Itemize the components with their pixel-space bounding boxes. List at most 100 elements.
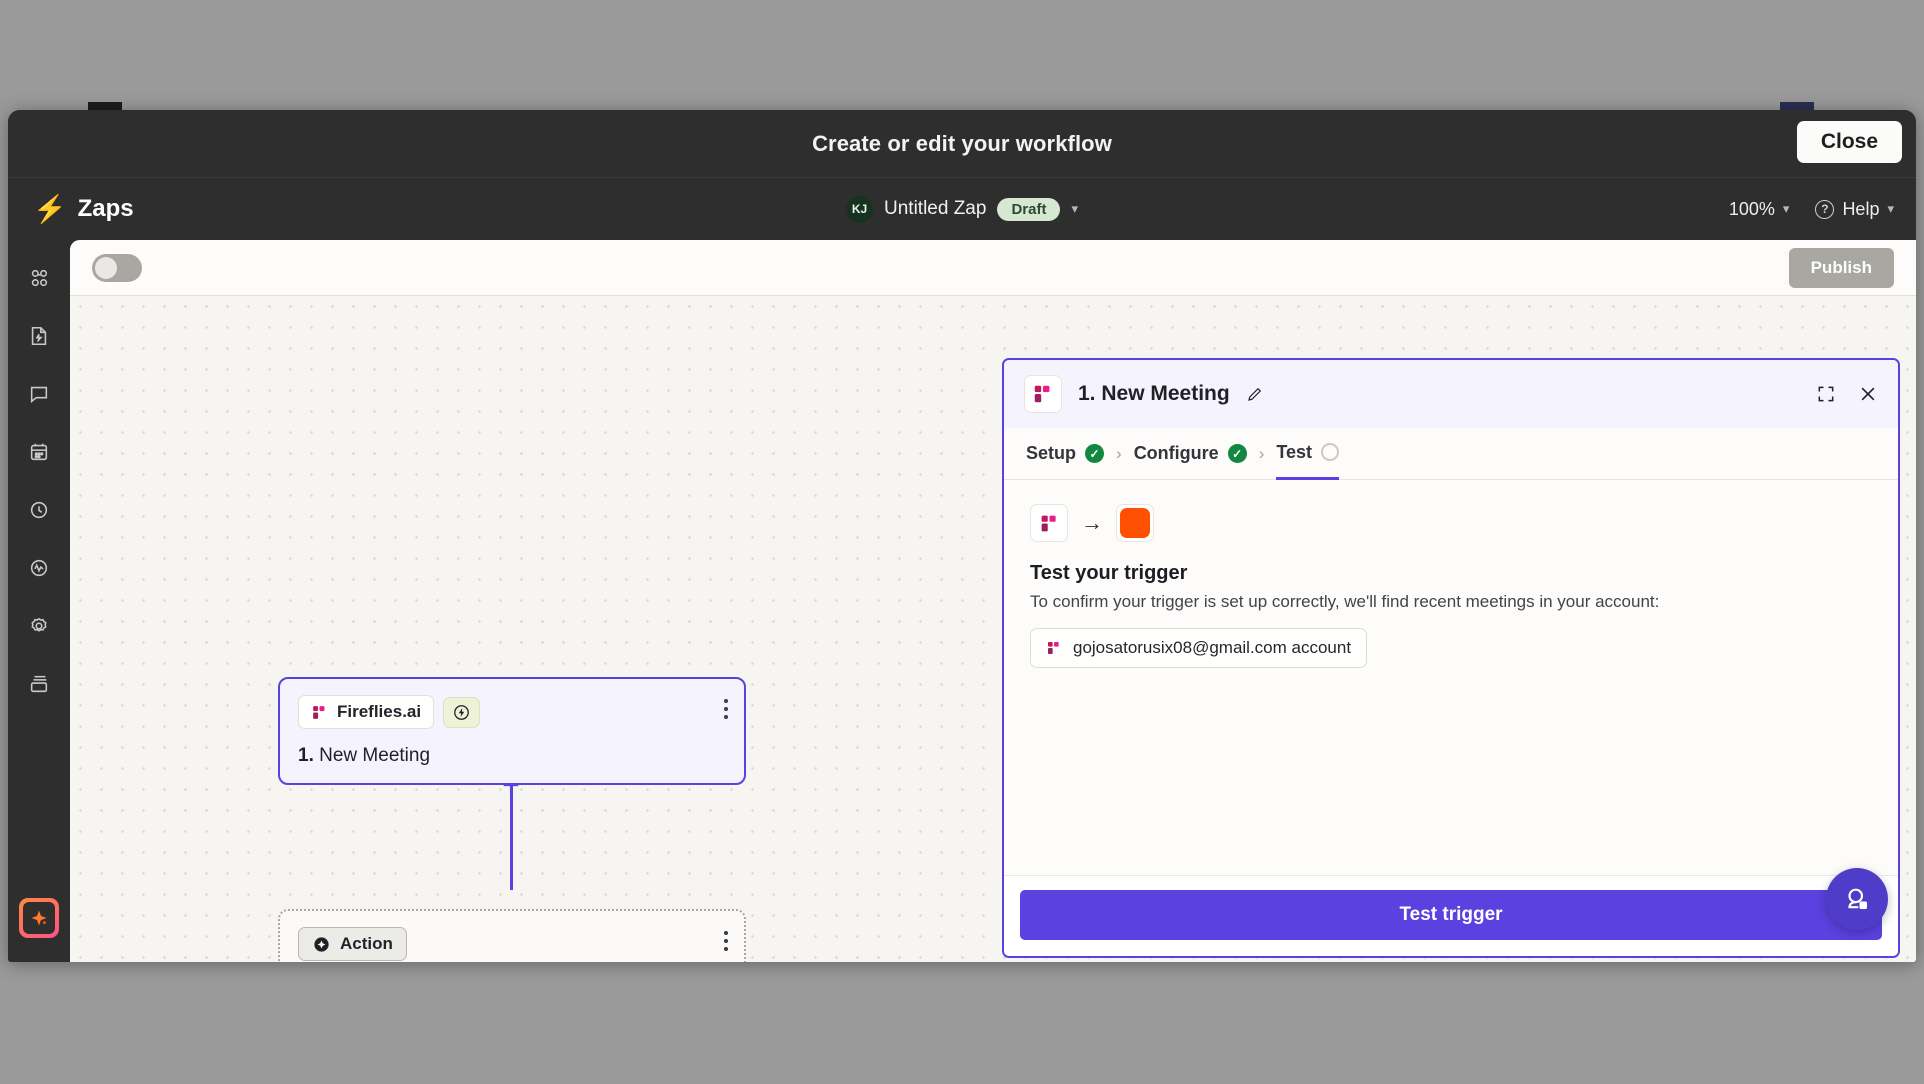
step-detail-panel: 1. New Meeting Setup ✓ › Configure ✓ › T… <box>1002 358 1900 958</box>
fireflies-logo-icon <box>1048 642 1059 654</box>
account-chip[interactable]: gojosatorusix08@gmail.com account <box>1030 628 1368 668</box>
fireflies-logo-icon <box>313 705 325 719</box>
chevron-right-icon: › <box>1116 443 1122 463</box>
workflow-node-action[interactable]: Action 2. Select the event for your Zap … <box>278 909 746 962</box>
zap-name[interactable]: Untitled Zap <box>884 198 986 220</box>
brand[interactable]: ⚡ Zaps <box>33 195 134 223</box>
close-x-icon[interactable] <box>1858 384 1878 404</box>
editor-toolbar: Publish <box>70 240 1916 296</box>
fireflies-logo-icon <box>1041 515 1056 531</box>
calendar-icon <box>30 443 48 461</box>
check-circle-icon: ✓ <box>1085 444 1105 463</box>
account-chip-label: gojosatorusix08@gmail.com account <box>1073 638 1352 657</box>
help-chat-button[interactable] <box>1826 868 1888 930</box>
desktop-backdrop: Create or edit your workflow Close ⚡ Zap… <box>0 0 1924 1084</box>
trigger-bolt-icon <box>454 704 469 720</box>
sidebar-item-tables[interactable] <box>19 664 59 704</box>
ai-sparkle-icon <box>23 902 55 934</box>
action-chip-label: Action <box>340 934 393 953</box>
publish-button[interactable]: Publish <box>1788 247 1894 288</box>
app-bar-actions: 100% ▾ ? Help ▾ <box>1729 199 1894 220</box>
panel-app-logo <box>1024 375 1062 413</box>
brand-label: Zaps <box>77 195 134 222</box>
question-circle-icon: ? <box>1815 199 1835 219</box>
sidebar-item-history[interactable] <box>19 490 59 530</box>
test-description: To confirm your trigger is set up correc… <box>1030 592 1660 611</box>
app-flow: → <box>1030 504 1872 542</box>
kebab-menu-icon[interactable] <box>724 699 728 719</box>
node-badges: Fireflies.ai <box>298 695 726 729</box>
panel-header: 1. New Meeting <box>1004 360 1898 428</box>
zap-meta: KJ Untitled Zap Draft ▾ <box>846 195 1078 223</box>
workflow-node-trigger[interactable]: Fireflies.ai 1. New Meeting <box>278 677 746 785</box>
sidebar-item-activity[interactable] <box>19 548 59 588</box>
panel-footer: Test trigger <box>1004 875 1898 956</box>
tab-label: Test <box>1276 441 1313 462</box>
arrow-right-icon: → <box>1081 510 1103 535</box>
workflow-editor-modal: Create or edit your workflow Close ⚡ Zap… <box>8 110 1916 962</box>
chat-bubble-icon <box>30 386 48 403</box>
zoom-control[interactable]: 100% ▾ <box>1729 199 1790 220</box>
zoom-level-label: 100% <box>1728 198 1775 219</box>
panel-tabs: Setup ✓ › Configure ✓ › Test <box>1004 428 1898 480</box>
chevron-down-icon: ▾ <box>1782 201 1790 216</box>
modal-body: Publish + + <box>8 240 1916 962</box>
panel-content: → Test your trigger To confirm your trig… <box>1004 480 1898 875</box>
pencil-icon[interactable] <box>1246 385 1264 403</box>
node-title: 1. New Meeting <box>298 745 726 767</box>
test-trigger-button[interactable]: Test trigger <box>1020 890 1882 940</box>
chevron-right-icon: › <box>1258 443 1265 463</box>
node-index: 1. <box>298 745 314 766</box>
kebab-menu-icon[interactable] <box>724 931 728 951</box>
pulse-circle-icon <box>30 559 48 577</box>
workflow-canvas[interactable]: + + Firef <box>70 296 1916 962</box>
app-chip[interactable]: Fireflies.ai <box>298 695 435 729</box>
app-chip-label: Fireflies.ai <box>337 702 422 721</box>
node-badges: Action <box>298 927 726 961</box>
apps-grid-icon <box>31 269 48 287</box>
panel-title: 1. New Meeting <box>1078 382 1230 405</box>
tab-label: Configure <box>1133 443 1219 463</box>
tab-test[interactable]: Test <box>1276 428 1340 480</box>
tab-label: Setup <box>1026 443 1077 463</box>
expand-icon[interactable] <box>1816 384 1836 404</box>
sidebar-item-transfer[interactable] <box>19 316 59 356</box>
tab-configure[interactable]: Configure ✓ <box>1134 428 1247 480</box>
test-heading: Test your trigger <box>1030 562 1188 584</box>
zap-enable-toggle[interactable] <box>92 253 142 282</box>
sidebar-item-ai[interactable] <box>19 898 59 938</box>
zapier-bolt-icon: ⚡ <box>33 193 67 224</box>
chevron-down-icon: ▾ <box>1887 201 1894 216</box>
close-button[interactable]: Close <box>1796 121 1902 163</box>
clock-icon <box>30 501 48 519</box>
modal-title: Create or edit your workflow <box>812 130 1112 156</box>
action-plus-icon <box>314 936 329 952</box>
node-title-text: New Meeting <box>319 745 431 766</box>
document-bolt-icon <box>31 326 47 346</box>
zapier-square-icon <box>1120 508 1150 538</box>
help-menu[interactable]: ? Help ▾ <box>1815 199 1894 220</box>
sidebar-item-settings[interactable] <box>19 606 59 646</box>
flow-target-app <box>1116 504 1154 542</box>
tab-setup[interactable]: Setup ✓ <box>1026 428 1105 480</box>
action-chip[interactable]: Action <box>298 927 407 961</box>
trigger-type-badge <box>443 696 481 728</box>
sidebar-item-calendar[interactable] <box>19 432 59 472</box>
modal-titlebar: Create or edit your workflow Close <box>8 110 1916 178</box>
chevron-down-icon[interactable]: ▾ <box>1071 201 1078 217</box>
panel-header-actions <box>1816 384 1878 404</box>
toggle-off-icon <box>95 256 117 279</box>
help-chat-icon <box>1848 888 1867 909</box>
tables-icon <box>30 675 48 693</box>
status-badge: Draft <box>997 197 1061 221</box>
help-label: Help <box>1842 198 1880 219</box>
sidebar-item-chatbots[interactable] <box>19 374 59 414</box>
sidebar-item-zaps-grid[interactable] <box>19 258 59 298</box>
gear-icon <box>31 617 47 632</box>
empty-circle-icon <box>1321 443 1340 461</box>
zap-editor: Publish + + <box>70 240 1916 962</box>
flow-source-app <box>1030 504 1068 542</box>
sidebar <box>8 240 70 962</box>
fireflies-logo-icon <box>1034 385 1050 403</box>
check-circle-icon: ✓ <box>1227 444 1247 463</box>
